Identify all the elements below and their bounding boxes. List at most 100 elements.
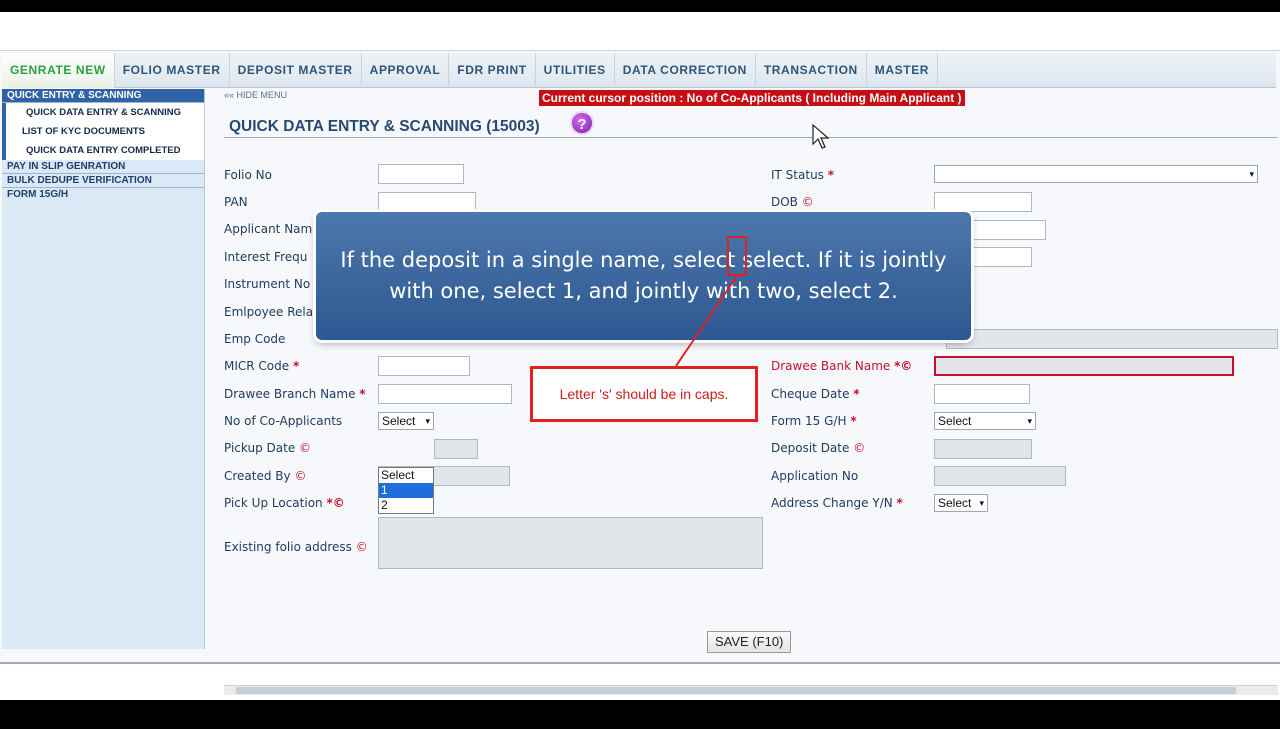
hide-menu-link[interactable]: «« HIDE MENU xyxy=(224,90,287,100)
drawee-bank-text: Drawee Bank Name xyxy=(771,359,891,373)
copyright-icon: © xyxy=(299,441,312,455)
pan-input[interactable] xyxy=(378,192,476,212)
video-frame: GENRATE NEW FOLIO MASTER DEPOSIT MASTER … xyxy=(0,12,1280,700)
cheque-date-label: Cheque Date * xyxy=(771,387,860,401)
form15-select[interactable]: Select xyxy=(934,412,1036,430)
callout-line-2: with one, select 1, and jointly with two… xyxy=(389,279,898,303)
required-mark: * xyxy=(850,414,857,428)
nav-fdr-print[interactable]: FDR PRINT xyxy=(449,53,536,88)
title-divider xyxy=(224,137,1278,138)
nav-utilities[interactable]: UTILITIES xyxy=(536,53,615,88)
existing-folio-address-box xyxy=(378,517,763,569)
cheque-date-input[interactable] xyxy=(934,384,1030,404)
dropdown-option-2[interactable]: 2 xyxy=(379,498,433,513)
dob-label: DOB © xyxy=(771,195,814,209)
coapplicants-select[interactable]: Select xyxy=(378,412,434,430)
employee-relation-label: Emlpoyee Rela xyxy=(224,305,314,319)
interest-frequency-label: Interest Frequ xyxy=(224,250,308,264)
sidebar-section-quick-entry[interactable]: QUICK ENTRY & SCANNING xyxy=(2,89,204,103)
right-field-row8 xyxy=(946,329,1278,349)
sidebar-section-bulk-dedupe[interactable]: BULK DEDUPE VERIFICATION xyxy=(2,174,204,188)
form15-text: Form 15 G/H xyxy=(771,414,847,428)
micr-code-input[interactable] xyxy=(378,356,470,376)
dropdown-option-select[interactable]: Select xyxy=(379,468,433,483)
address-change-text: Address Change Y/N xyxy=(771,496,893,510)
nav-approval[interactable]: APPROVAL xyxy=(362,53,450,88)
application-no-input xyxy=(934,466,1066,486)
pickup-date-label: Pickup Date © xyxy=(224,441,311,455)
copyright-icon: © xyxy=(801,195,814,209)
nav-deposit-master[interactable]: DEPOSIT MASTER xyxy=(230,53,362,88)
pickup-date-text: Pickup Date xyxy=(224,441,296,455)
pickup-location-text: Pick Up Location xyxy=(224,496,323,510)
nav-transaction[interactable]: TRANSACTION xyxy=(756,53,867,88)
sidebar-item-kyc-documents[interactable]: LIST OF KYC DOCUMENTS xyxy=(2,122,204,141)
sidebar-item-entry-completed[interactable]: QUICK DATA ENTRY COMPLETED xyxy=(2,141,204,160)
created-by-text: Created By xyxy=(224,469,291,483)
sidebar: QUICK ENTRY & SCANNING QUICK DATA ENTRY … xyxy=(2,89,205,649)
micr-code-text: MICR Code xyxy=(224,359,290,373)
folio-no-label: Folio No xyxy=(224,168,272,182)
copyright-icon: © xyxy=(853,441,866,455)
drawee-bank-label: Drawee Bank Name *© xyxy=(771,359,912,373)
dob-text: DOB xyxy=(771,195,798,209)
scrollbar-thumb[interactable] xyxy=(236,687,1236,694)
created-by-label: Created By © xyxy=(224,469,306,483)
callout-line-1: If the deposit in a single name, select … xyxy=(340,248,947,272)
deposit-date-label: Deposit Date © xyxy=(771,441,865,455)
dropdown-option-1[interactable]: 1 xyxy=(379,483,433,498)
nav-folio-master[interactable]: FOLIO MASTER xyxy=(115,53,230,88)
sidebar-section-form-15gh[interactable]: FORM 15G/H xyxy=(2,188,204,202)
required-mark: *© xyxy=(894,359,913,373)
required-mark: * xyxy=(827,168,835,182)
drawee-branch-input[interactable] xyxy=(378,384,512,404)
nav-master[interactable]: MASTER xyxy=(867,53,939,88)
copyright-icon: © xyxy=(355,540,368,554)
annotation-highlight-box xyxy=(727,236,747,276)
required-mark: * xyxy=(853,387,860,401)
drawee-branch-label: Drawee Branch Name * xyxy=(224,387,366,401)
it-status-select[interactable] xyxy=(934,165,1258,183)
required-mark: *© xyxy=(326,496,345,510)
cursor-position-banner: Current cursor position : No of Co-Appli… xyxy=(539,90,965,106)
tutorial-callout: If the deposit in a single name, select … xyxy=(316,212,971,340)
pickup-date-input[interactable] xyxy=(434,439,478,459)
deposit-date-text: Deposit Date xyxy=(771,441,850,455)
page-title: QUICK DATA ENTRY & SCANNING (15003) xyxy=(229,118,540,135)
no-coapplicants-label: No of Co-Applicants xyxy=(224,414,343,428)
save-button[interactable]: SAVE (F10) xyxy=(707,631,792,653)
horizontal-scrollbar[interactable] xyxy=(224,685,1278,695)
help-icon[interactable]: ? xyxy=(570,111,594,135)
coapplicants-dropdown[interactable]: Select 1 2 xyxy=(378,467,434,514)
drawee-branch-text: Drawee Branch Name xyxy=(224,387,356,401)
drawee-bank-input[interactable] xyxy=(934,356,1234,376)
sidebar-section-pay-in-slip[interactable]: PAY IN SLIP GENRATION xyxy=(2,160,204,174)
emp-code-label: Emp Code xyxy=(224,332,286,346)
pickup-location-label: Pick Up Location *© xyxy=(224,496,345,510)
dob-input[interactable] xyxy=(934,192,1032,212)
mouse-pointer-icon xyxy=(812,124,830,149)
nav-data-correction[interactable]: DATA CORRECTION xyxy=(615,53,756,88)
it-status-label: IT Status * xyxy=(771,168,834,182)
folio-no-input[interactable] xyxy=(378,164,464,184)
form15-label: Form 15 G/H * xyxy=(771,414,857,428)
sidebar-item-quick-data-entry[interactable]: QUICK DATA ENTRY & SCANNING xyxy=(2,103,204,122)
required-mark: * xyxy=(359,387,366,401)
micr-code-label: MICR Code * xyxy=(224,359,299,373)
it-status-text: IT Status xyxy=(771,168,824,182)
pan-label: PAN xyxy=(224,195,248,209)
nav-genrate-new[interactable]: GENRATE NEW xyxy=(2,53,115,88)
existing-folio-address-text: Existing folio address xyxy=(224,540,352,554)
address-change-select[interactable]: Select xyxy=(934,494,988,512)
applicant-name-label: Applicant Nam xyxy=(224,222,313,236)
deposit-date-input[interactable] xyxy=(934,439,1032,459)
copyright-icon: © xyxy=(294,469,307,483)
existing-folio-address-label: Existing folio address © xyxy=(224,540,368,554)
app-window: GENRATE NEW FOLIO MASTER DEPOSIT MASTER … xyxy=(0,50,1280,695)
address-change-label: Address Change Y/N * xyxy=(771,496,903,510)
top-nav: GENRATE NEW FOLIO MASTER DEPOSIT MASTER … xyxy=(2,53,1276,88)
annotation-note: Letter 's' should be in caps. xyxy=(530,366,758,422)
instrument-no-label: Instrument No xyxy=(224,277,311,291)
cheque-date-text: Cheque Date xyxy=(771,387,850,401)
required-mark: * xyxy=(292,359,300,373)
